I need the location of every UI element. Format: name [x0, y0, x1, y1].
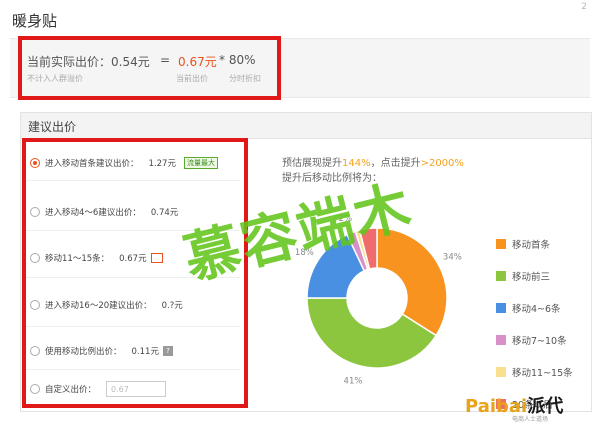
legend-label: 移动11~15条 [512, 368, 573, 379]
suggest-bid-title: 建议出价 [28, 120, 77, 134]
legend-swatch [496, 367, 506, 377]
legend-swatch [496, 271, 506, 281]
legend-label: 移动4~6条 [512, 304, 561, 315]
legend-item[interactable]: 移动首条 [496, 237, 596, 251]
highlight-box-formula [18, 36, 281, 100]
legend-swatch [496, 303, 506, 313]
legend-label: 移动前三 [512, 272, 551, 283]
corner-number: 2 [581, 2, 587, 12]
page-title: 暖身贴 [12, 12, 58, 30]
legend-label: 移动首条 [512, 240, 551, 251]
legend-swatch [496, 335, 506, 345]
legend-swatch [496, 239, 506, 249]
legend-item[interactable]: 移动4~6条 [496, 301, 596, 315]
legend-item[interactable]: 移动前三 [496, 269, 596, 283]
legend-item[interactable]: 移动11~15条 [496, 365, 596, 379]
legend-label: 移动7~10条 [512, 336, 567, 347]
legend-item[interactable]: 移动7~10条 [496, 333, 596, 347]
